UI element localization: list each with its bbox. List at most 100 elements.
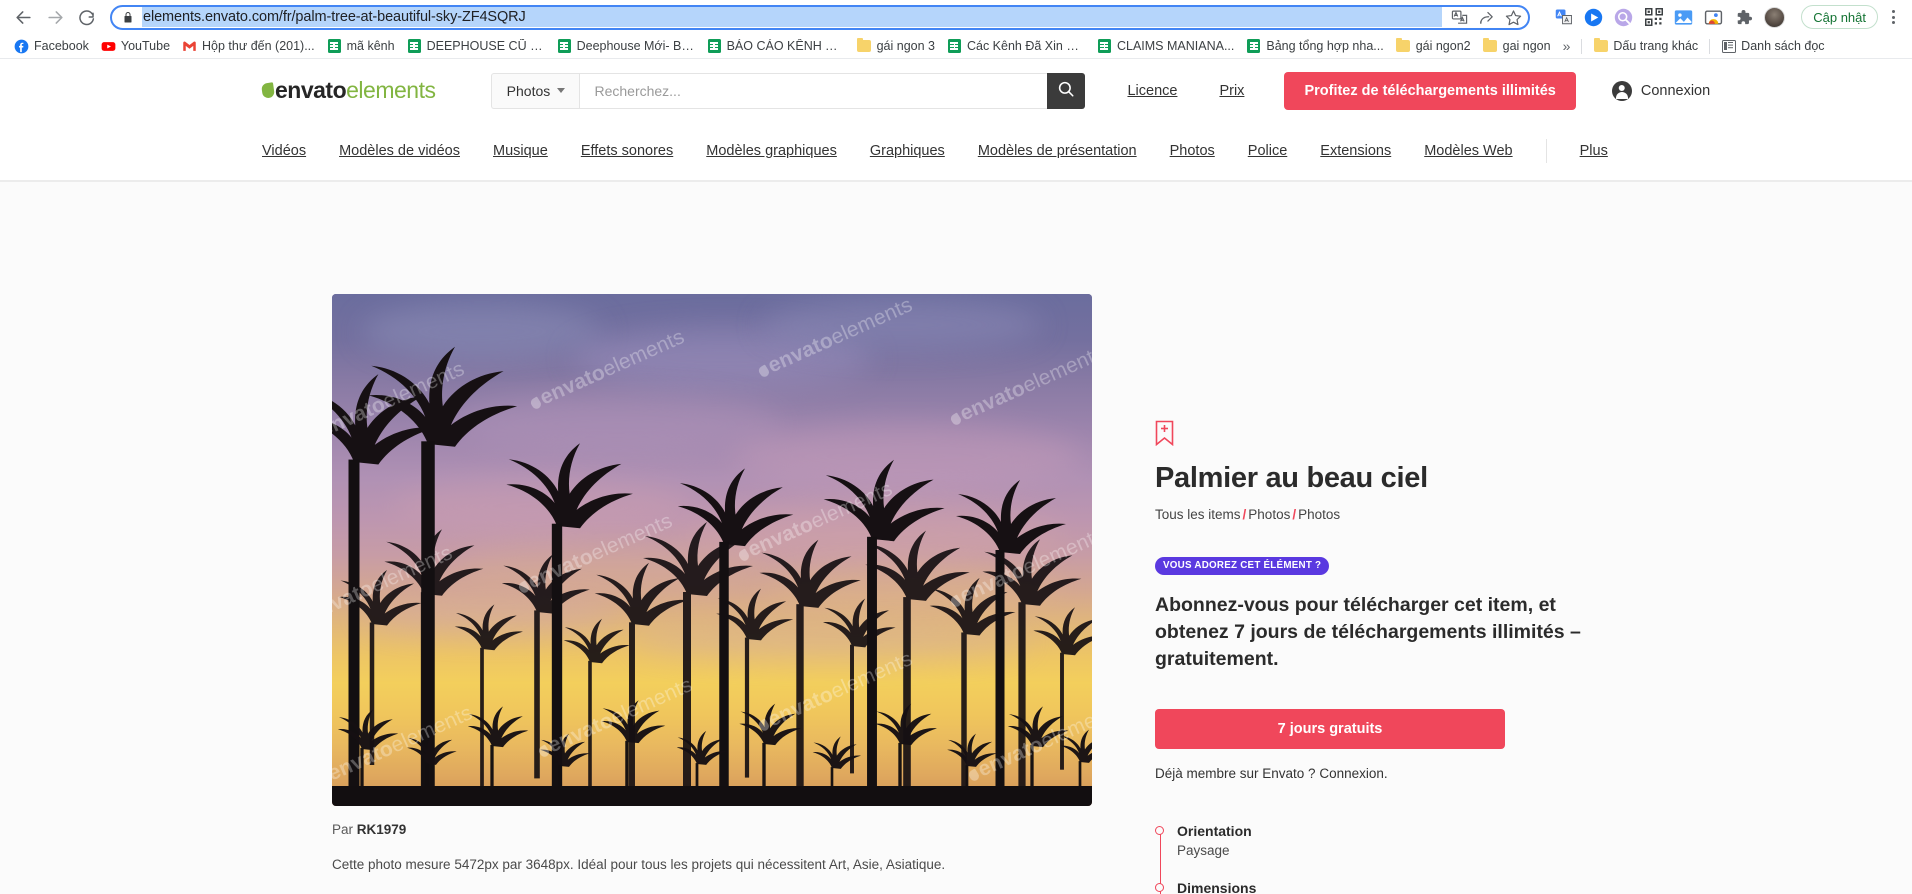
nav-item-plus[interactable]: Plus bbox=[1580, 143, 1608, 159]
envato-elements-logo[interactable]: envato elements bbox=[261, 77, 436, 104]
status-badge: VOUS ADOREZ CET ÉLÉMENT ? bbox=[1155, 557, 1330, 575]
screenshot-ext-icon[interactable] bbox=[1704, 8, 1723, 27]
nav-item-police[interactable]: Police bbox=[1248, 143, 1288, 159]
details-column: Palmier au beau ciel Tous les items / Phot… bbox=[1155, 182, 1912, 894]
author-name[interactable]: RK1979 bbox=[357, 822, 407, 837]
image-downloader-ext-icon[interactable] bbox=[1674, 8, 1693, 27]
metadata-value: Paysage bbox=[1177, 842, 1230, 858]
bookmark-gai-ngon[interactable]: gai ngon bbox=[1477, 37, 1557, 56]
bookmark-label: gái ngon 3 bbox=[876, 39, 935, 53]
reload-icon[interactable] bbox=[72, 2, 102, 32]
unlimited-downloads-button[interactable]: Profitez de téléchargements illimités bbox=[1284, 71, 1576, 110]
bookmark-star-icon[interactable] bbox=[1504, 8, 1522, 26]
metadata-item-dimensions: Dimensions 5472(l) × 3648(h) px bbox=[1155, 879, 1912, 894]
logo-brand: envato bbox=[275, 77, 347, 103]
promo-text: Abonnez-vous pour télécharger cet item, … bbox=[1155, 594, 1581, 670]
category-nav: Vidéos Modèles de vidéos Musique Effets … bbox=[0, 122, 1912, 181]
search-lens-ext-icon[interactable] bbox=[1614, 8, 1633, 27]
breadcrumb-separator: / bbox=[1242, 507, 1247, 522]
breadcrumb-item-photos-2[interactable]: Photos bbox=[1298, 507, 1340, 522]
header-link-licence[interactable]: Licence bbox=[1127, 83, 1177, 99]
nav-item-musique[interactable]: Musique bbox=[493, 143, 548, 159]
bookmark-gmail[interactable]: Hộp thư đến (201)... bbox=[176, 37, 321, 56]
breadcrumb-item-photos-1[interactable]: Photos bbox=[1248, 507, 1290, 522]
bookmarks-divider bbox=[1581, 38, 1583, 54]
nav-item-modeles-de-presentation[interactable]: Modèles de présentation bbox=[978, 143, 1137, 159]
search-input[interactable] bbox=[579, 72, 1048, 109]
address-bar[interactable]: elements.envato.com/fr/palm-tree-at-beau… bbox=[110, 4, 1531, 30]
google-sheets-icon bbox=[947, 39, 962, 54]
nav-item-effets-sonores[interactable]: Effets sonores bbox=[581, 143, 673, 159]
bookmark-facebook[interactable]: Facebook bbox=[8, 37, 95, 56]
add-to-collection-icon[interactable] bbox=[1155, 420, 1174, 446]
bookmark-bang-tong-hop[interactable]: Bảng tổng hợp nha... bbox=[1240, 37, 1389, 56]
bookmark-deephouse-moi[interactable]: Deephouse Mới- Bá... bbox=[551, 37, 701, 56]
nav-item-graphiques[interactable]: Graphiques bbox=[870, 143, 945, 159]
back-arrow-icon[interactable] bbox=[8, 2, 38, 32]
other-bookmarks-folder[interactable]: Dấu trang khác bbox=[1587, 37, 1704, 56]
bookmark-label: Facebook bbox=[34, 39, 89, 53]
url-text[interactable]: elements.envato.com/fr/palm-tree-at-beau… bbox=[142, 7, 1443, 27]
search-category-dropdown[interactable]: Photos bbox=[491, 72, 580, 109]
reading-list-button[interactable]: Danh sách đọc bbox=[1715, 37, 1830, 56]
user-icon bbox=[1611, 80, 1632, 101]
nav-divider bbox=[1545, 139, 1547, 163]
three-dot-menu-icon[interactable] bbox=[1882, 5, 1904, 29]
bookmark-gai-ngon-2[interactable]: gái ngon2 bbox=[1390, 37, 1477, 56]
video-downloader-ext-icon[interactable] bbox=[1584, 8, 1603, 27]
qr-code-ext-icon[interactable] bbox=[1644, 8, 1663, 27]
bookmarks-overflow-button[interactable]: » bbox=[1557, 38, 1577, 54]
profile-avatar[interactable] bbox=[1764, 6, 1786, 28]
header-link-prix[interactable]: Prix bbox=[1219, 83, 1244, 99]
item-metadata-list: Orientation Paysage Dimensions 5472(l) ×… bbox=[1155, 823, 1912, 894]
translate-icon[interactable] bbox=[1450, 8, 1468, 26]
google-sheets-icon bbox=[407, 39, 422, 54]
leaf-icon bbox=[261, 82, 275, 99]
page-viewport: envato elements Photos Licence Prix Prof… bbox=[0, 59, 1912, 894]
lock-icon bbox=[122, 10, 136, 24]
bookmark-label: mã kênh bbox=[346, 39, 395, 53]
forward-arrow-icon[interactable] bbox=[40, 2, 70, 32]
breadcrumb-separator: / bbox=[1292, 507, 1297, 522]
item-preview-image[interactable]: envatoelements envatoelements envatoelem… bbox=[332, 294, 1092, 806]
metadata-label: Dimensions bbox=[1177, 879, 1257, 894]
bookmark-label: gái ngon2 bbox=[1415, 39, 1471, 53]
youtube-icon bbox=[101, 39, 116, 54]
bookmark-bao-cao-kenh-yt[interactable]: BÁO CÁO KÊNH YT... bbox=[701, 37, 851, 56]
signin-link[interactable]: Connexion bbox=[1611, 80, 1710, 101]
reading-list-icon bbox=[1721, 39, 1736, 54]
browser-toolbar: elements.envato.com/fr/palm-tree-at-beau… bbox=[0, 0, 1912, 34]
bookmark-cac-kenh-da-xin[interactable]: Các Kênh Đã Xin Đ... bbox=[941, 37, 1091, 56]
nav-item-modeles-graphiques[interactable]: Modèles graphiques bbox=[706, 143, 837, 159]
bookmark-label: CLAIMS MANIANA... bbox=[1116, 39, 1235, 53]
bookmark-claims-maniana[interactable]: CLAIMS MANIANA... bbox=[1091, 37, 1240, 56]
main-content: envatoelements envatoelements envatoelem… bbox=[0, 182, 1912, 894]
chevron-down-icon bbox=[557, 88, 566, 93]
member-signin-line[interactable]: Déjà membre sur Envato ? Connexion. bbox=[1155, 766, 1912, 781]
google-translate-ext-icon[interactable] bbox=[1554, 8, 1573, 27]
nav-item-modeles-web[interactable]: Modèles Web bbox=[1424, 143, 1512, 159]
metadata-label: Orientation bbox=[1177, 822, 1252, 839]
bookmark-gai-ngon-3[interactable]: gái ngon 3 bbox=[851, 37, 941, 56]
search-button[interactable] bbox=[1047, 72, 1086, 109]
bullet-dot-icon bbox=[1155, 825, 1164, 835]
omnibox-icons bbox=[1442, 8, 1522, 26]
bookmark-label: Các Kênh Đã Xin Đ... bbox=[966, 39, 1085, 53]
breadcrumb-item-all[interactable]: Tous les items bbox=[1155, 507, 1241, 522]
free-trial-button[interactable]: 7 jours gratuits bbox=[1155, 708, 1505, 749]
nav-item-modeles-de-videos[interactable]: Modèles de vidéos bbox=[339, 143, 460, 159]
bookmarks-bar: Facebook YouTube Hộp thư đến (201)... mã… bbox=[0, 34, 1912, 59]
update-button[interactable]: Cập nhật bbox=[1801, 5, 1878, 29]
bookmark-label: DEEPHOUSE CŨ - B... bbox=[426, 39, 545, 53]
bookmark-label: Deephouse Mới- Bá... bbox=[576, 39, 695, 53]
bookmark-deephouse-cu[interactable]: DEEPHOUSE CŨ - B... bbox=[401, 37, 551, 56]
bookmark-ma-kenh[interactable]: mã kênh bbox=[321, 37, 401, 56]
nav-item-videos[interactable]: Vidéos bbox=[262, 143, 306, 159]
bookmark-youtube[interactable]: YouTube bbox=[95, 37, 176, 56]
nav-item-extensions[interactable]: Extensions bbox=[1320, 143, 1391, 159]
share-icon[interactable] bbox=[1477, 8, 1495, 26]
folder-icon bbox=[1396, 37, 1411, 54]
nav-item-photos[interactable]: Photos bbox=[1170, 143, 1215, 159]
folder-icon bbox=[1483, 37, 1498, 54]
puzzle-extensions-icon[interactable] bbox=[1734, 8, 1753, 27]
